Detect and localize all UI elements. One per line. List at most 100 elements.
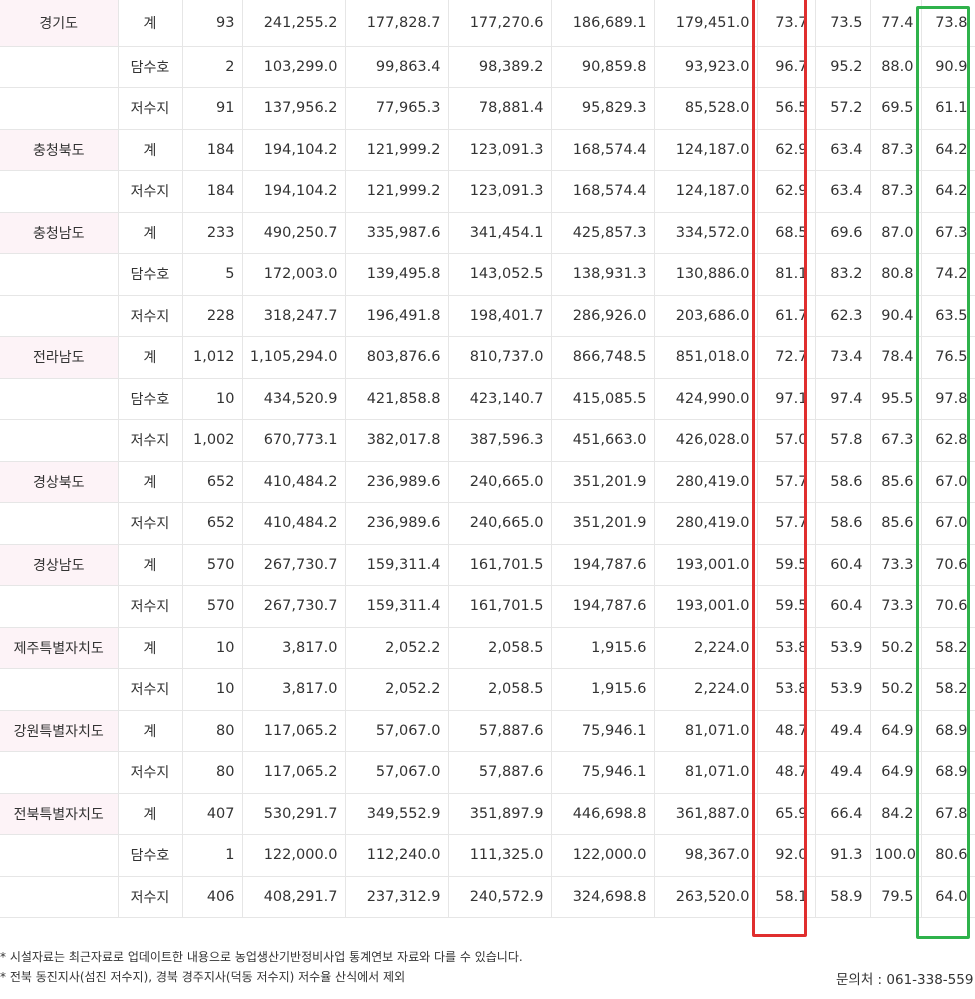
count-cell: 570 (182, 544, 243, 586)
value-col-4-cell: 194,787.6 (551, 585, 655, 628)
rate-col-3-cell: 87.3 (870, 170, 922, 213)
count-cell: 10 (182, 627, 243, 669)
count-cell: 10 (182, 378, 243, 420)
reservoir-storage-table: 경기도 계 93 241,255.2 177,828.7 177,270.6 186,689… (0, 0, 975, 918)
type-cell: 계 (118, 793, 183, 835)
value-col-2-cell: 236,989.6 (345, 502, 449, 545)
rate-col-3-cell: 85.6 (870, 461, 922, 503)
region-cell (0, 876, 119, 918)
type-cell: 계 (118, 336, 183, 379)
value-col-4-cell: 351,201.9 (551, 461, 655, 503)
value-col-5-cell: 179,451.0 (654, 0, 758, 47)
value-col-5-cell: 193,001.0 (654, 544, 758, 586)
value-col-5-cell: 424,990.0 (654, 378, 758, 420)
type-cell: 저수지 (118, 295, 183, 337)
rate-col-2-cell: 63.4 (815, 170, 871, 213)
table-row: 경기도 계 93 241,255.2 177,828.7 177,270.6 186,689… (0, 0, 975, 47)
value-col-2-cell: 121,999.2 (345, 129, 449, 171)
rate-col-2-cell: 49.4 (815, 710, 871, 752)
value-col-5-cell: 203,686.0 (654, 295, 758, 337)
region-cell (0, 502, 119, 545)
rate-col-3-cell: 64.9 (870, 751, 922, 794)
region-cell (0, 585, 119, 628)
value-col-4-cell: 75,946.1 (551, 751, 655, 794)
value-col-3-cell: 161,701.5 (448, 585, 552, 628)
count-cell: 184 (182, 170, 243, 213)
value-col-1-cell: 410,484.2 (242, 461, 346, 503)
value-col-5-cell: 124,187.0 (654, 129, 758, 171)
value-col-4-cell: 351,201.9 (551, 502, 655, 545)
value-col-1-cell: 267,730.7 (242, 585, 346, 628)
rate-col-3-cell: 95.5 (870, 378, 922, 420)
value-col-2-cell: 421,858.8 (345, 378, 449, 420)
value-col-3-cell: 161,701.5 (448, 544, 552, 586)
value-col-3-cell: 387,596.3 (448, 419, 552, 462)
table-row: 저수지 91 137,956.2 77,965.3 78,881.4 95,829.3 85… (0, 87, 975, 130)
region-cell (0, 668, 119, 711)
value-col-2-cell: 237,312.9 (345, 876, 449, 918)
region-cell: 전라남도 (0, 336, 119, 379)
region-cell: 충청북도 (0, 129, 119, 171)
value-col-3-cell: 240,572.9 (448, 876, 552, 918)
region-cell: 경기도 (0, 0, 119, 47)
value-col-5-cell: 334,572.0 (654, 212, 758, 254)
value-col-4-cell: 866,748.5 (551, 336, 655, 379)
value-col-4-cell: 451,663.0 (551, 419, 655, 462)
table-row: 저수지 228 318,247.7 196,491.8 198,401.7 286,926… (0, 295, 975, 337)
value-col-1-cell: 3,817.0 (242, 627, 346, 669)
region-cell: 경상북도 (0, 461, 119, 503)
region-cell: 강원특별자치도 (0, 710, 119, 752)
region-cell (0, 295, 119, 337)
value-col-5-cell: 280,419.0 (654, 461, 758, 503)
value-col-5-cell: 81,071.0 (654, 710, 758, 752)
value-col-4-cell: 186,689.1 (551, 0, 655, 47)
value-col-4-cell: 90,859.8 (551, 46, 655, 88)
count-cell: 1 (182, 834, 243, 877)
count-cell: 570 (182, 585, 243, 628)
value-col-5-cell: 2,224.0 (654, 627, 758, 669)
value-col-5-cell: 426,028.0 (654, 419, 758, 462)
count-cell: 10 (182, 668, 243, 711)
count-cell: 652 (182, 461, 243, 503)
rate-col-2-cell: 53.9 (815, 627, 871, 669)
type-cell: 계 (118, 0, 183, 47)
rate-col-3-cell: 87.3 (870, 129, 922, 171)
value-col-2-cell: 159,311.4 (345, 544, 449, 586)
count-cell: 91 (182, 87, 243, 130)
type-cell: 저수지 (118, 502, 183, 545)
count-cell: 406 (182, 876, 243, 918)
value-col-1-cell: 410,484.2 (242, 502, 346, 545)
value-col-2-cell: 349,552.9 (345, 793, 449, 835)
rate-col-3-cell: 73.3 (870, 585, 922, 628)
value-col-1-cell: 530,291.7 (242, 793, 346, 835)
table-row: 저수지 652 410,484.2 236,989.6 240,665.0 351,201… (0, 502, 975, 545)
reservoir-storage-table-container: 경기도 계 93 241,255.2 177,828.7 177,270.6 186,689… (0, 0, 975, 939)
value-col-4-cell: 138,931.3 (551, 253, 655, 296)
rate-col-3-cell: 80.8 (870, 253, 922, 296)
rate-col-3-cell: 84.2 (870, 793, 922, 835)
value-col-1-cell: 3,817.0 (242, 668, 346, 711)
value-col-2-cell: 121,999.2 (345, 170, 449, 213)
rate-col-3-cell: 79.5 (870, 876, 922, 918)
value-col-5-cell: 2,224.0 (654, 668, 758, 711)
value-col-3-cell: 2,058.5 (448, 668, 552, 711)
value-col-4-cell: 75,946.1 (551, 710, 655, 752)
value-col-2-cell: 177,828.7 (345, 0, 449, 47)
region-cell (0, 378, 119, 420)
rate-col-2-cell: 60.4 (815, 544, 871, 586)
value-col-1-cell: 1,105,294.0 (242, 336, 346, 379)
rate-col-3-cell: 77.4 (870, 0, 922, 47)
type-cell: 담수호 (118, 253, 183, 296)
type-cell: 계 (118, 129, 183, 171)
count-cell: 233 (182, 212, 243, 254)
value-col-4-cell: 415,085.5 (551, 378, 655, 420)
region-cell (0, 253, 119, 296)
region-cell: 충청남도 (0, 212, 119, 254)
type-cell: 저수지 (118, 87, 183, 130)
value-col-1-cell: 267,730.7 (242, 544, 346, 586)
value-col-5-cell: 81,071.0 (654, 751, 758, 794)
table-body: 경기도 계 93 241,255.2 177,828.7 177,270.6 186,689… (0, 0, 975, 918)
table-row: 경상남도 계 570 267,730.7 159,311.4 161,701.5 194,7… (0, 544, 975, 586)
count-cell: 1,012 (182, 336, 243, 379)
value-col-3-cell: 57,887.6 (448, 710, 552, 752)
